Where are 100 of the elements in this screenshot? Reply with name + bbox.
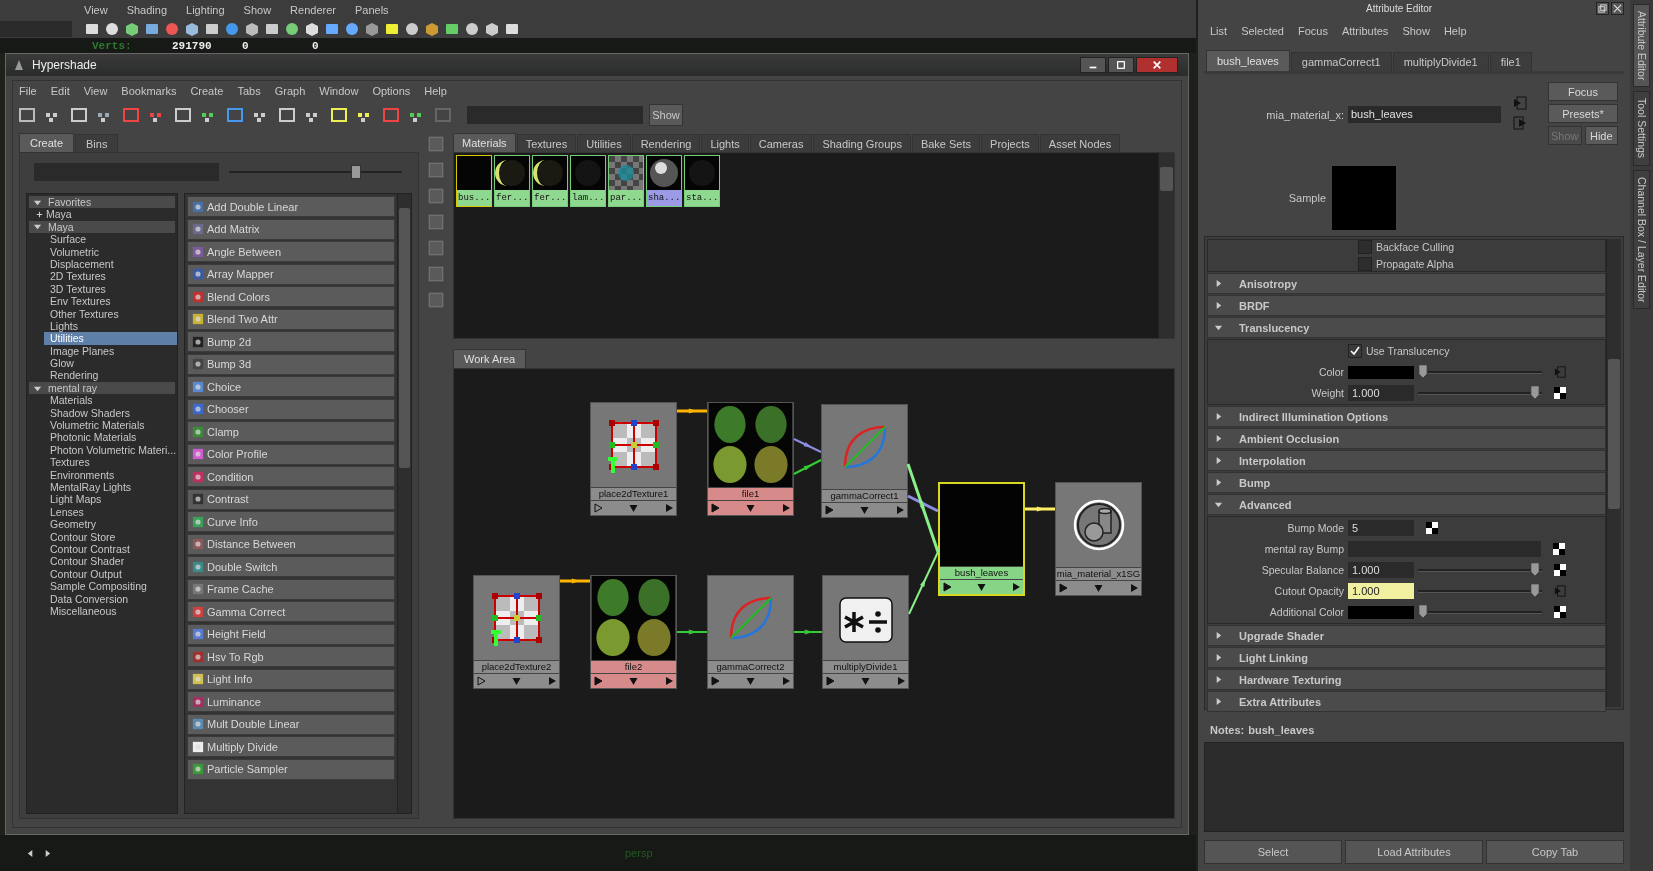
tree-item[interactable]: Light Maps xyxy=(44,493,177,506)
menu-item[interactable]: File xyxy=(19,85,37,97)
input-port-icon[interactable] xyxy=(710,503,720,513)
node-type-button[interactable]: Contrast xyxy=(187,488,395,510)
node-type-button[interactable]: Chooser xyxy=(187,398,395,420)
node-type-button[interactable]: Height Field xyxy=(187,623,395,645)
input-field[interactable] xyxy=(0,21,72,37)
node-type-button[interactable]: Light Info xyxy=(187,668,395,690)
tree-item[interactable]: 2D Textures xyxy=(44,270,177,283)
side-tab[interactable]: Tool Settings xyxy=(1633,91,1650,166)
slider-handle[interactable] xyxy=(1530,562,1540,577)
input-connection-icon[interactable] xyxy=(1554,585,1566,597)
tree-item[interactable]: Photonic Materials xyxy=(44,431,177,444)
side-tab[interactable]: Attribute Editor xyxy=(1633,4,1650,88)
close-button[interactable] xyxy=(1136,57,1178,73)
tree-item[interactable]: Image Planes xyxy=(44,344,177,358)
menu-item[interactable]: Attributes xyxy=(1341,25,1389,37)
tree-item[interactable]: Geometry xyxy=(44,518,177,531)
tree-item[interactable]: Contour Contrast xyxy=(44,542,177,556)
tree-item[interactable]: Surface xyxy=(44,233,177,246)
graph-node[interactable]: place2dTexture1 xyxy=(590,402,677,516)
input-port-icon[interactable] xyxy=(942,582,952,592)
section-header[interactable]: Light Linking xyxy=(1207,647,1606,668)
node-tab[interactable]: multiplyDivide1 xyxy=(1392,52,1489,71)
side-tab[interactable]: Channel Box / Layer Editor xyxy=(1633,169,1650,310)
output-port-icon[interactable] xyxy=(781,503,791,513)
tree-item[interactable]: Lights xyxy=(44,319,177,333)
node-type-button[interactable]: Distance Between xyxy=(187,533,395,555)
slider-handle[interactable] xyxy=(1530,385,1540,400)
minimize-button[interactable] xyxy=(1080,57,1106,73)
maximize-button[interactable] xyxy=(1108,57,1134,73)
menu-item[interactable]: Shading xyxy=(126,3,168,16)
slider-handle[interactable] xyxy=(1418,604,1428,619)
menu-item[interactable]: Help xyxy=(424,85,447,97)
tree-item[interactable]: Displacement xyxy=(44,257,177,271)
node-type-button[interactable]: Bump 3d xyxy=(187,353,395,375)
category-tab[interactable]: Textures xyxy=(516,134,577,152)
tree-item[interactable]: 3D Textures xyxy=(44,282,177,296)
tree-item[interactable]: Glow xyxy=(44,357,177,370)
graph-node[interactable]: gammaCorrect1 xyxy=(821,404,908,518)
slider-handle[interactable] xyxy=(1530,583,1540,598)
color-swatch[interactable] xyxy=(1348,365,1414,379)
material-swatch[interactable]: fer... xyxy=(494,155,530,207)
menu-item[interactable]: Tabs xyxy=(237,85,261,97)
node-type-button[interactable]: Curve Info xyxy=(187,511,395,532)
input-field[interactable]: 5 xyxy=(1348,520,1414,536)
node-type-button[interactable]: Hsv To Rgb xyxy=(187,646,395,667)
checkbox[interactable] xyxy=(1348,344,1362,358)
node-type-button[interactable]: Array Mapper xyxy=(187,263,395,285)
section-header[interactable]: Interpolation xyxy=(1207,450,1606,471)
menu-item[interactable]: List xyxy=(1210,25,1228,37)
tree-item[interactable]: Other Textures xyxy=(44,307,177,320)
graph-node[interactable]: file2 xyxy=(590,575,677,689)
menu-item[interactable]: Lighting xyxy=(186,3,225,16)
section-header[interactable]: Hardware Texturing xyxy=(1207,669,1606,690)
section-header[interactable]: Extra Attributes xyxy=(1207,691,1606,712)
category-tab[interactable]: Shading Groups xyxy=(813,134,911,152)
input-port-icon[interactable] xyxy=(476,676,486,686)
panel-tab[interactable]: Bins xyxy=(75,134,119,152)
tree-item[interactable]: Volumetric Materials xyxy=(44,419,177,432)
search-field[interactable] xyxy=(467,106,643,124)
menu-item[interactable]: Bookmarks xyxy=(121,85,177,97)
menu-item[interactable]: Window xyxy=(319,85,359,97)
node-type-button[interactable]: Choice xyxy=(187,376,395,397)
tree-item[interactable]: MentalRay Lights xyxy=(44,481,177,494)
checkbox[interactable] xyxy=(1358,240,1372,254)
tree-item[interactable]: Contour Output xyxy=(44,567,177,581)
previous-icon[interactable] xyxy=(26,848,35,858)
menu-item[interactable]: View xyxy=(83,85,108,97)
slider-thumb[interactable] xyxy=(351,165,362,179)
node-type-button[interactable]: Particle Sampler xyxy=(187,758,395,780)
scrollbar[interactable] xyxy=(397,194,411,813)
input-connection-icon[interactable] xyxy=(1554,366,1566,378)
node-type-button[interactable]: Mult Double Linear xyxy=(187,713,395,735)
panel-tab[interactable]: Create xyxy=(19,133,75,152)
show-button[interactable]: Show xyxy=(649,104,683,126)
node-type-button[interactable]: Angle Between xyxy=(187,241,395,262)
expand-icon[interactable] xyxy=(33,222,42,232)
section-header[interactable]: Translucency xyxy=(1207,317,1606,338)
focus-button[interactable]: Focus xyxy=(1548,82,1618,101)
tree-item[interactable]: Materials xyxy=(44,394,177,407)
menu-item[interactable]: Options xyxy=(372,85,411,97)
work-area-tab[interactable]: Work Area xyxy=(453,349,527,368)
node-type-button[interactable]: Frame Cache xyxy=(187,578,395,600)
node-type-button[interactable]: Bump 2d xyxy=(187,331,395,352)
node-type-button[interactable]: Add Matrix xyxy=(187,218,395,240)
section-header[interactable]: Indirect Illumination Options xyxy=(1207,406,1606,427)
tree-item[interactable]: Contour Shader xyxy=(44,555,177,568)
output-port-icon[interactable] xyxy=(664,503,674,513)
menu-item[interactable]: Help xyxy=(1443,25,1467,37)
section-header[interactable]: Upgrade Shader xyxy=(1207,625,1606,646)
notes-field[interactable] xyxy=(1204,742,1624,832)
output-port-icon[interactable] xyxy=(896,676,906,686)
node-tab[interactable]: gammaCorrect1 xyxy=(1290,52,1392,71)
input-port-icon[interactable] xyxy=(1058,583,1068,593)
category-tab[interactable]: Rendering xyxy=(631,134,701,152)
graph-node[interactable]: multiplyDivide1 xyxy=(822,575,909,689)
output-port-icon[interactable] xyxy=(547,676,557,686)
input-connection-icon[interactable] xyxy=(1513,96,1527,110)
node-type-button[interactable]: Luminance xyxy=(187,691,395,712)
